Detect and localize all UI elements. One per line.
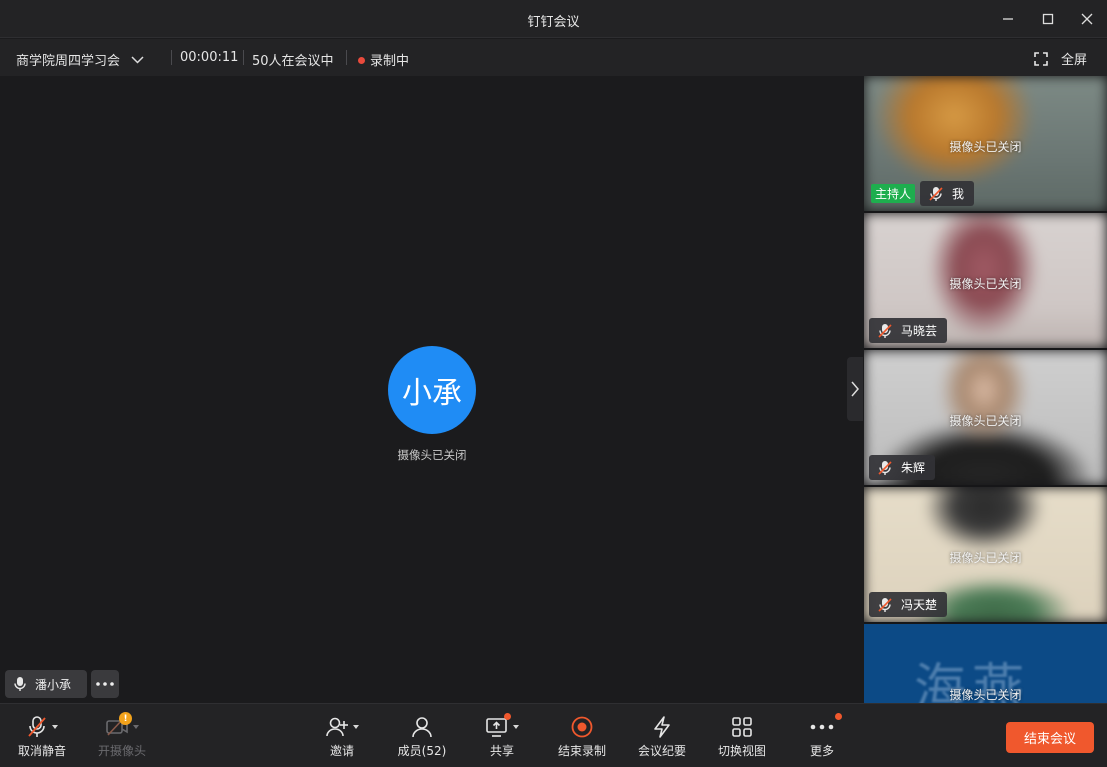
camera-off-label: 摄像头已关闭	[949, 277, 1022, 291]
fullscreen-label: 全屏	[1061, 53, 1088, 68]
share-label: 共享	[489, 744, 514, 758]
microphone-muted-icon	[877, 597, 893, 613]
ellipsis-icon	[810, 724, 834, 730]
lightning-icon	[654, 716, 670, 738]
invite-button[interactable]: 邀请	[302, 714, 382, 764]
participant-tile[interactable]: 海燕 摄像头已关闭	[864, 624, 1107, 703]
window-title: 钉钉会议	[527, 15, 580, 30]
switch-view-button[interactable]: 切换视图	[702, 714, 782, 764]
participant-tile[interactable]: 摄像头已关闭 冯天楚	[864, 487, 1107, 622]
minimize-button[interactable]	[988, 0, 1028, 38]
unmute-label: 取消静音	[17, 744, 66, 758]
camera-off-label: 摄像头已关闭	[949, 688, 1022, 702]
caret-down-icon[interactable]	[353, 725, 359, 729]
participant-name: 冯天楚	[901, 598, 938, 612]
notification-dot	[504, 713, 511, 720]
participant-name-chip: 冯天楚	[869, 592, 948, 617]
unmute-button[interactable]: 取消静音	[2, 714, 82, 764]
divider	[171, 50, 172, 65]
camera-label: 开摄像头	[97, 744, 146, 758]
elapsed-time: 00:00:11	[180, 50, 239, 65]
more-options-button[interactable]	[91, 670, 119, 698]
minimize-icon	[1003, 18, 1013, 20]
participant-gallery: 摄像头已关闭 主持人 我 摄像头已关闭 马晓芸 摄像头已关闭 朱辉 摄像头已关闭…	[864, 76, 1107, 703]
divider	[346, 50, 347, 65]
chevron-down-icon	[131, 55, 144, 64]
add-user-icon	[326, 717, 348, 737]
caret-down-icon[interactable]	[513, 725, 519, 729]
main-video-stage[interactable]: 小承 摄像头已关闭 潘小承	[0, 76, 863, 703]
caret-down-icon[interactable]	[52, 725, 58, 729]
microphone-muted-icon	[877, 323, 893, 339]
maximize-icon	[1042, 13, 1054, 25]
participant-tile[interactable]: 摄像头已关闭 朱辉	[864, 350, 1107, 485]
members-button[interactable]: 成员(52)	[382, 714, 462, 764]
camera-button[interactable]: ! 开摄像头	[82, 712, 162, 764]
more-button[interactable]: 更多	[782, 713, 862, 764]
meeting-info-bar: 商学院周四学习会 00:00:11 50人在会议中 录制中 全屏	[0, 39, 1107, 76]
switch-view-label: 切换视图	[717, 744, 766, 758]
bottom-toolbar: 取消静音 ! 开摄像头 邀请 成员(52) 共享 结束录制 会议纪要 切换视图 …	[0, 703, 1107, 767]
host-badge: 主持人	[871, 184, 916, 203]
participant-name: 朱辉	[901, 461, 926, 475]
more-label: 更多	[809, 744, 834, 758]
participant-tile[interactable]: 摄像头已关闭 马晓芸	[864, 213, 1107, 348]
participant-name-chip: 我	[920, 181, 975, 206]
participant-count[interactable]: 50人在会议中	[252, 50, 334, 69]
fullscreen-button[interactable]: 全屏	[1034, 49, 1087, 68]
close-icon	[1081, 13, 1093, 25]
participant-name: 我	[952, 187, 965, 201]
meeting-name-dropdown[interactable]: 商学院周四学习会	[16, 50, 144, 69]
camera-off-label: 摄像头已关闭	[397, 448, 467, 462]
speaker-name-chip: 潘小承	[5, 670, 87, 698]
microphone-muted-icon	[28, 716, 46, 737]
stop-recording-button[interactable]: 结束录制	[542, 714, 622, 764]
divider	[243, 50, 244, 65]
camera-off-label: 摄像头已关闭	[949, 551, 1022, 565]
participant-name: 马晓芸	[901, 324, 938, 338]
avatar: 小承	[388, 346, 476, 434]
camera-off-label: 摄像头已关闭	[949, 140, 1022, 154]
stop-recording-label: 结束录制	[557, 744, 606, 758]
members-icon	[412, 717, 432, 738]
recording-status-label: 录制中	[370, 54, 410, 69]
members-label: 成员(52)	[397, 744, 447, 758]
microphone-muted-icon	[928, 186, 944, 202]
warning-badge-icon: !	[119, 712, 132, 725]
grid-view-icon	[732, 717, 752, 737]
maximize-button[interactable]	[1028, 0, 1068, 38]
meeting-minutes-button[interactable]: 会议纪要	[622, 714, 702, 764]
notification-dot	[835, 713, 842, 720]
camera-off-label: 摄像头已关闭	[949, 414, 1022, 428]
microphone-icon	[13, 676, 27, 692]
recording-dot-icon	[358, 57, 365, 64]
speaker-name: 潘小承	[35, 677, 72, 692]
participant-name-chip: 马晓芸	[869, 318, 948, 343]
caret-down-icon	[133, 725, 139, 729]
collapse-panel-button[interactable]	[847, 357, 863, 421]
ellipsis-icon	[96, 682, 114, 686]
invite-label: 邀请	[329, 744, 354, 758]
fullscreen-icon	[1034, 51, 1048, 66]
participant-name-chip: 朱辉	[869, 455, 936, 480]
close-button[interactable]	[1067, 0, 1107, 38]
participant-tile[interactable]: 摄像头已关闭 主持人 我	[864, 76, 1107, 211]
record-icon	[571, 716, 593, 738]
meeting-name: 商学院周四学习会	[16, 54, 121, 69]
meeting-minutes-label: 会议纪要	[637, 744, 686, 758]
recording-status: 录制中	[358, 50, 409, 69]
chevron-right-icon	[851, 381, 859, 397]
microphone-muted-icon	[877, 460, 893, 476]
share-button[interactable]: 共享	[462, 713, 542, 764]
end-meeting-button[interactable]: 结束会议	[1006, 722, 1094, 753]
title-bar: 钉钉会议	[0, 0, 1107, 38]
